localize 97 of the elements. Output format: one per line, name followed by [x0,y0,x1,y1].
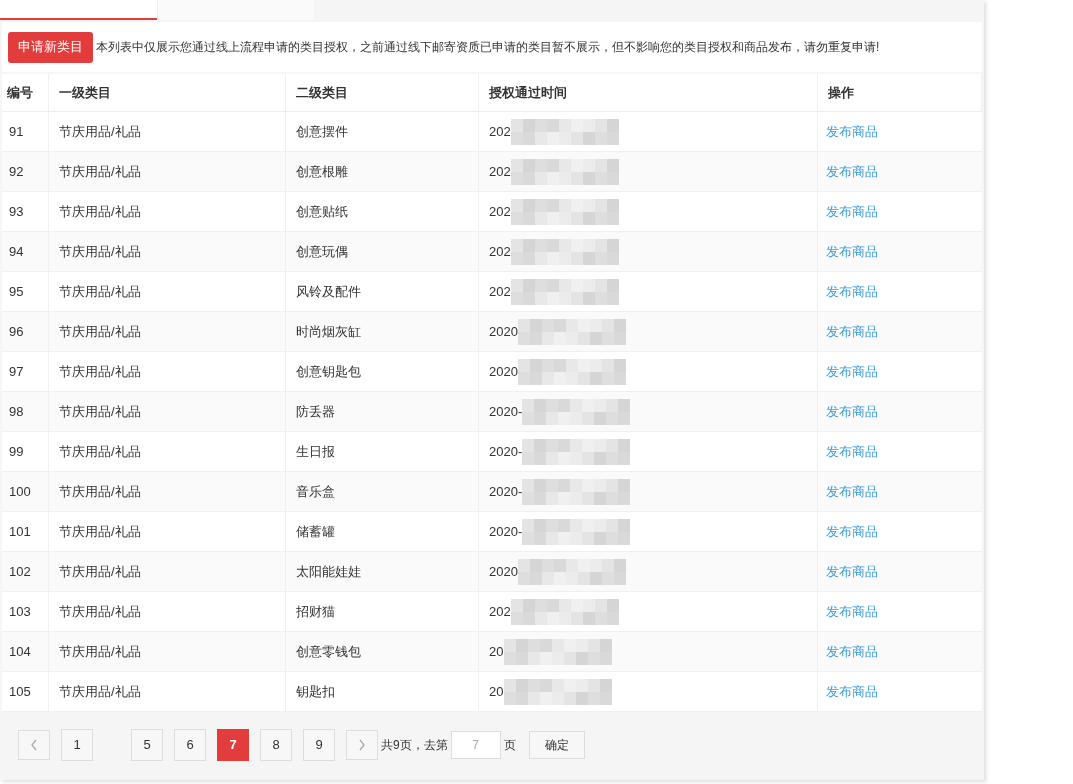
table-cell-text: 节庆用品/礼品 [58,522,141,541]
page-button[interactable]: 7 [217,729,249,761]
table-cell-text: 节庆用品/礼品 [58,322,141,341]
table-cell-text: 节庆用品/礼品 [58,402,141,421]
table-cell-text: 风铃及配件 [296,282,362,301]
table-cell-text: 91 [9,122,24,141]
table-cell-text: 创意根雕 [296,162,349,181]
publish-link[interactable]: 发布商品 [826,681,879,702]
page-button[interactable]: 6 [174,729,206,761]
publish-link[interactable]: 发布商品 [826,121,879,142]
column-header: 授权通过时间 [489,83,568,102]
table-cell-text: 20 [489,642,504,661]
publish-link[interactable]: 发布商品 [826,481,879,502]
table-cell-text: 创意贴纸 [296,202,349,221]
table-cell-text: 节庆用品/礼品 [58,682,141,701]
previous-page-button[interactable] [18,730,50,760]
column-header: 二级类目 [296,83,349,102]
table-cell-text: 生日报 [296,442,336,461]
table-cell-text: 2020- [489,402,523,421]
chevron-left-icon [30,739,38,751]
page-button[interactable]: 8 [260,729,292,761]
table-cell-text: 节庆用品/礼品 [58,442,141,461]
table-cell-text: 节庆用品/礼品 [58,202,141,221]
table-cell-text: 节庆用品/礼品 [58,242,141,261]
table-cell-text: 节庆用品/礼品 [58,362,141,381]
publish-link[interactable]: 发布商品 [826,361,879,382]
table-cell-text: 202 [489,602,511,621]
table-cell-text: 95 [9,282,24,301]
table-cell-text: 招财猫 [296,602,336,621]
table-cell-text: 钥匙扣 [296,682,336,701]
publish-link[interactable]: 发布商品 [826,561,879,582]
table-cell-text: 100 [9,482,31,501]
table-cell-text: 20 [489,682,504,701]
page-button[interactable]: 9 [303,729,335,761]
table-cell-text: 节庆用品/礼品 [58,482,141,501]
page-input[interactable]: 7 [450,731,501,759]
publish-link[interactable]: 发布商品 [826,161,879,182]
table-cell-text: 94 [9,242,24,261]
table-cell-text: 创意玩偶 [296,242,349,261]
table-cell-text: 节庆用品/礼品 [58,282,141,301]
table-cell-text: 创意摆件 [296,122,349,141]
page-total-text: 共9页，去第 [381,737,448,754]
table-cell-text: 101 [9,522,31,541]
table-cell-text: 节庆用品/礼品 [58,122,141,141]
table-cell-text: 节庆用品/礼品 [58,642,141,661]
table-cell-text: 音乐盒 [296,482,336,501]
table-cell-text: 节庆用品/礼品 [58,162,141,181]
page-button[interactable]: 1 [61,729,93,761]
page-unit-text: 页 [503,737,516,754]
table-cell-text: 2020- [489,482,523,501]
table-cell-text: 92 [9,162,24,181]
table-cell-text: 102 [9,562,31,581]
publish-link[interactable]: 发布商品 [826,601,879,622]
table-cell-text: 2020 [489,562,518,581]
table-cell-text: 时尚烟灰缸 [296,322,362,341]
publish-link[interactable]: 发布商品 [826,401,879,422]
table-cell-text: 202 [489,202,511,221]
publish-link[interactable]: 发布商品 [826,201,879,222]
publish-link[interactable]: 发布商品 [826,441,879,462]
chevron-right-icon [358,739,366,751]
table-cell-text: 节庆用品/礼品 [58,562,141,581]
table-cell-text: 2020 [489,362,518,381]
table-cell-text: 创意钥匙包 [296,362,362,381]
table-cell-text: 98 [9,402,24,421]
confirm-button[interactable]: 确定 [528,731,585,759]
table-cell-text: 97 [9,362,24,381]
table-cell-text: 99 [9,442,24,461]
publish-link[interactable]: 发布商品 [826,641,879,662]
next-page-button[interactable] [346,730,378,760]
table-cell-text: 202 [489,162,511,181]
table-cell-text: 105 [9,682,31,701]
table-cell-text: 储蓄罐 [296,522,336,541]
table-cell-text: 防丢器 [296,402,336,421]
publish-link[interactable]: 发布商品 [826,241,879,262]
table-cell-text: 202 [489,242,511,261]
publish-link[interactable]: 发布商品 [826,281,879,302]
publish-link[interactable]: 发布商品 [826,321,879,342]
notice-text: 本列表中仅展示您通过线上流程申请的类目授权，之前通过线下邮寄资质已申请的类目暂不展示，但不影响您的类目授权和商品发布，请勿重复申请! [96,39,880,56]
table-cell-text: 96 [9,322,24,341]
column-header: 操作 [828,83,855,102]
table-cell-text: 202 [489,122,511,141]
table-cell-text: 2020- [489,442,523,461]
table-cell-text: 104 [9,642,31,661]
column-header: 一级类目 [58,83,111,102]
column-header: 编号 [7,83,33,102]
table-cell-text: 202 [489,282,511,301]
table-cell-text: 93 [9,202,24,221]
tab[interactable] [0,0,157,20]
table-cell-text: 创意零钱包 [296,642,362,661]
table-cell-text: 2020 [489,322,518,341]
table-cell-text: 2020- [489,522,523,541]
table-cell-text: 太阳能娃娃 [296,562,362,581]
publish-link[interactable]: 发布商品 [826,521,879,542]
table-cell-text: 节庆用品/礼品 [58,602,141,621]
table-cell-text: 103 [9,602,31,621]
apply-button[interactable]: 申请新类目 [8,31,93,63]
page-button[interactable]: 5 [131,729,163,761]
